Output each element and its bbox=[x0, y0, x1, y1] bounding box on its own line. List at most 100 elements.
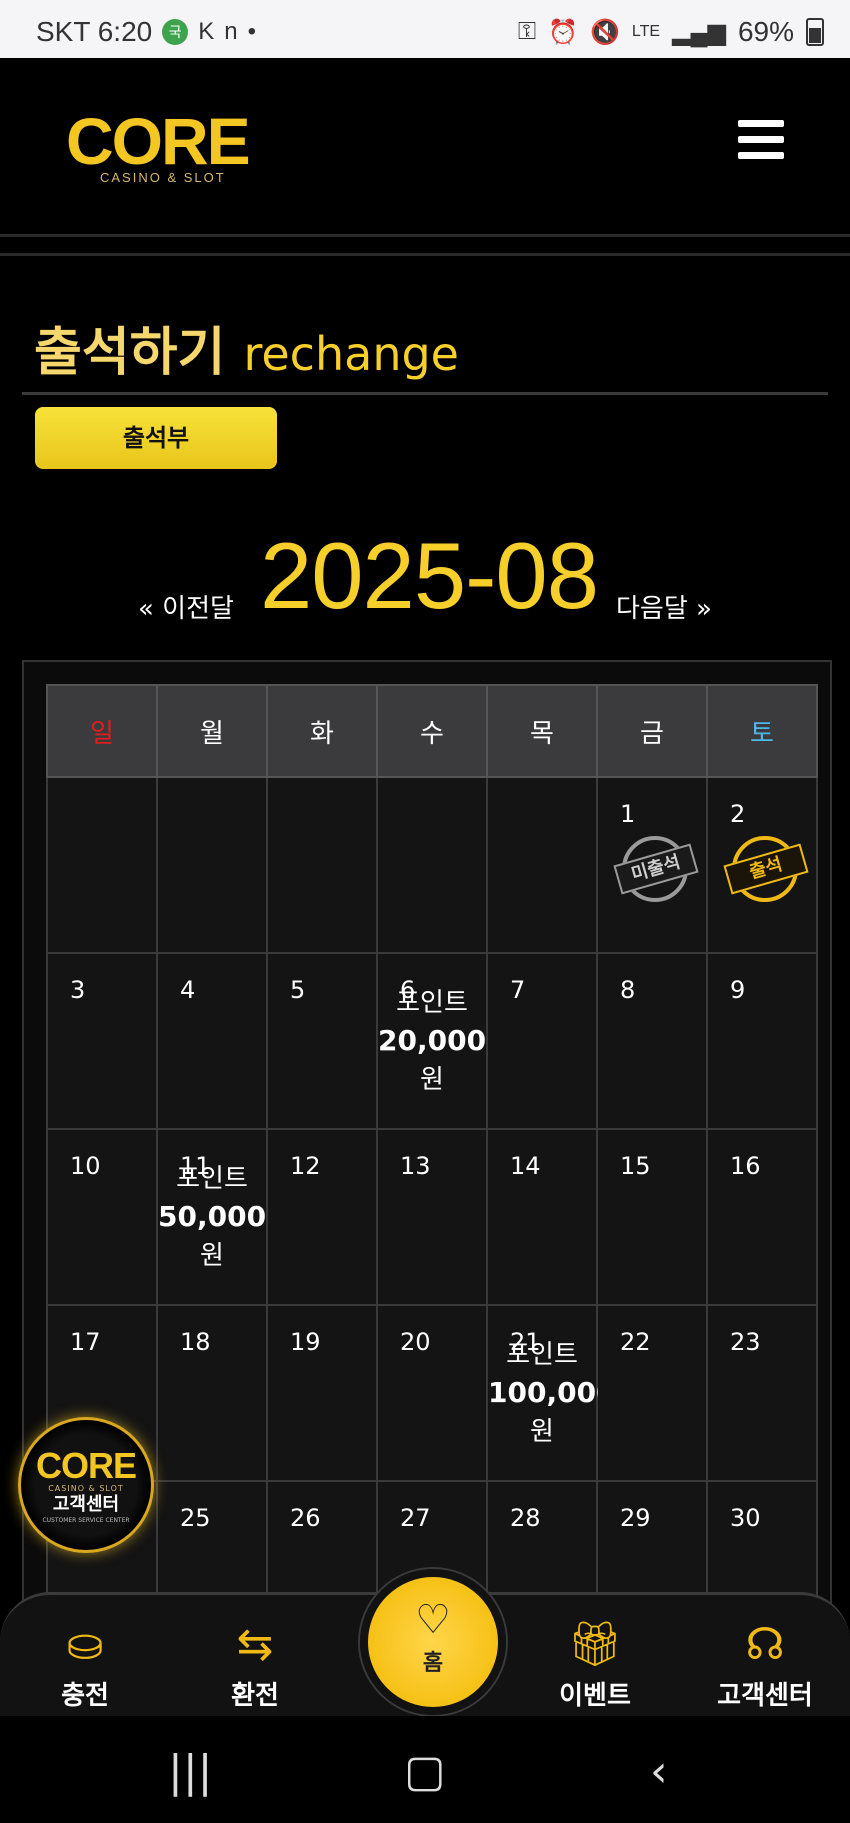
cs-caption: CUSTOMER SERVICE CENTER bbox=[42, 1517, 130, 1524]
status-bar: SKT 6:20 국 K n • ⚿ ⏰ 🔇 LTE ▂▄▆ 69% bbox=[0, 0, 850, 58]
day-cell[interactable]: 9 bbox=[706, 952, 818, 1130]
day-number: 9 bbox=[730, 976, 746, 1004]
day-cell[interactable]: 22 bbox=[596, 1304, 708, 1482]
day-number: 2 bbox=[730, 800, 746, 828]
weekday-sun: 일 bbox=[46, 684, 158, 778]
day-number: 30 bbox=[730, 1504, 761, 1532]
day-number: 5 bbox=[290, 976, 306, 1004]
day-cell[interactable]: 12 bbox=[266, 1128, 378, 1306]
nav-home-button[interactable]: ♡ 홈 bbox=[360, 1569, 506, 1715]
day-cell[interactable]: 18 bbox=[156, 1304, 268, 1482]
cs-logo-text: CORE bbox=[35, 1445, 137, 1486]
day-number: 15 bbox=[620, 1152, 651, 1180]
day-number: 28 bbox=[510, 1504, 541, 1532]
week-row: 10 11 포인트 50,000 원 12 13 14 15 16 bbox=[46, 1128, 818, 1306]
day-number: 12 bbox=[290, 1152, 321, 1180]
empty-day-cell bbox=[156, 776, 268, 954]
app-notification-icon: 국 bbox=[162, 19, 189, 45]
day-cell[interactable]: 10 bbox=[46, 1128, 158, 1306]
day-cell[interactable]: 7 bbox=[486, 952, 598, 1130]
title-divider bbox=[22, 392, 828, 395]
day-number: 3 bbox=[70, 976, 86, 1004]
day-cell[interactable]: 19 bbox=[266, 1304, 378, 1482]
reward-label: 포인트 bbox=[506, 1340, 578, 1370]
nav-event[interactable]: 🎁︎ 이벤트 bbox=[535, 1615, 655, 1712]
day-cell[interactable]: 5 bbox=[266, 952, 378, 1130]
day-cell[interactable]: 2 출석 bbox=[706, 776, 818, 954]
day-cell[interactable]: 23 bbox=[706, 1304, 818, 1482]
day-cell[interactable]: 6 포인트 20,000 원 bbox=[376, 952, 488, 1130]
weekday-wed: 수 bbox=[376, 684, 488, 778]
weekday-sat: 토 bbox=[706, 684, 818, 778]
notification-icon: K bbox=[198, 18, 215, 45]
weekday-mon: 월 bbox=[156, 684, 268, 778]
day-number: 27 bbox=[400, 1504, 431, 1532]
reward-text: 포인트 100,000 원 bbox=[488, 1336, 616, 1451]
missed-stamp-icon: 미출석 bbox=[613, 832, 699, 904]
back-icon[interactable]: ‹ bbox=[650, 1746, 668, 1797]
weekday-fri: 금 bbox=[596, 684, 708, 778]
day-number: 8 bbox=[620, 976, 636, 1004]
page-title: 출석하기 rechange bbox=[34, 310, 459, 385]
logo[interactable]: CORE CASINO & SLOT bbox=[66, 108, 276, 248]
floating-support-button[interactable]: CORE CASINO & SLOT 고객센터 CUSTOMER SERVICE… bbox=[18, 1417, 154, 1553]
menu-icon[interactable] bbox=[738, 120, 784, 160]
day-number: 25 bbox=[180, 1504, 211, 1532]
battery-icon bbox=[806, 18, 824, 46]
day-number: 29 bbox=[620, 1504, 651, 1532]
gift-icon: 🎁︎ bbox=[567, 1619, 623, 1670]
day-cell[interactable]: 20 bbox=[376, 1304, 488, 1482]
calendar-table: 일 월 화 수 목 금 토 1 미출석 2 출석 3 4 5 6 포인트 20,… bbox=[46, 684, 818, 1658]
signal-icon: ▂▄▆ bbox=[672, 18, 726, 46]
week-row: 1 미출석 2 출석 bbox=[46, 776, 818, 954]
alarm-icon: ⏰ bbox=[548, 18, 578, 46]
day-cell[interactable]: 16 bbox=[706, 1128, 818, 1306]
nav-charge[interactable]: ⛀ 충전 bbox=[25, 1615, 145, 1712]
reward-unit: 원 bbox=[530, 1417, 554, 1447]
reward-amount: 50,000 bbox=[158, 1200, 267, 1233]
day-cell[interactable]: 11 포인트 50,000 원 bbox=[156, 1128, 268, 1306]
logo-subtitle: CASINO & SLOT bbox=[100, 170, 226, 185]
day-cell[interactable]: 1 미출석 bbox=[596, 776, 708, 954]
empty-day-cell bbox=[266, 776, 378, 954]
day-cell[interactable]: 4 bbox=[156, 952, 268, 1130]
charge-icon: ⛀ bbox=[66, 1619, 104, 1670]
attended-stamp-icon: 출석 bbox=[723, 832, 809, 904]
attendance-book-button[interactable]: 출석부 bbox=[35, 407, 277, 469]
weekday-thu: 목 bbox=[486, 684, 598, 778]
prev-month-link[interactable]: « 이전달 bbox=[138, 588, 234, 625]
home-system-icon[interactable]: ▢ bbox=[404, 1746, 446, 1797]
mute-icon: 🔇 bbox=[589, 18, 620, 46]
day-number: 16 bbox=[730, 1152, 761, 1180]
day-cell[interactable]: 3 bbox=[46, 952, 158, 1130]
day-number: 7 bbox=[510, 976, 526, 1004]
reward-unit: 원 bbox=[420, 1065, 444, 1095]
carrier-time: SKT 6:20 bbox=[36, 16, 153, 47]
page-title-ko: 출석하기 bbox=[34, 323, 226, 383]
day-number: 20 bbox=[400, 1328, 431, 1356]
day-cell[interactable]: 14 bbox=[486, 1128, 598, 1306]
reward-amount: 20,000 bbox=[378, 1024, 487, 1057]
day-cell[interactable]: 13 bbox=[376, 1128, 488, 1306]
recent-apps-icon[interactable]: ||| bbox=[168, 1746, 212, 1797]
empty-day-cell bbox=[376, 776, 488, 954]
week-row: 3 4 5 6 포인트 20,000 원 7 8 9 bbox=[46, 952, 818, 1130]
day-number: 23 bbox=[730, 1328, 761, 1356]
nav-event-label: 이벤트 bbox=[559, 1681, 631, 1711]
next-month-link[interactable]: 다음달 » bbox=[616, 588, 712, 625]
day-cell[interactable]: 21 포인트 100,000 원 bbox=[486, 1304, 616, 1482]
nav-support-label: 고객센터 bbox=[717, 1681, 813, 1711]
reward-label: 포인트 bbox=[176, 1164, 248, 1194]
day-number: 26 bbox=[290, 1504, 321, 1532]
day-cell[interactable]: 15 bbox=[596, 1128, 708, 1306]
naver-icon: n bbox=[224, 18, 238, 45]
battery-percent: 69% bbox=[737, 16, 794, 47]
nav-support[interactable]: ☊ 고객센터 bbox=[705, 1615, 825, 1712]
nav-exchange[interactable]: ⇆ 환전 bbox=[195, 1615, 315, 1712]
nav-exchange-label: 환전 bbox=[231, 1681, 279, 1711]
network-label: LTE bbox=[631, 23, 661, 40]
day-cell[interactable]: 8 bbox=[596, 952, 708, 1130]
day-number: 13 bbox=[400, 1152, 431, 1180]
exchange-icon: ⇆ bbox=[236, 1619, 274, 1670]
header-divider bbox=[0, 234, 850, 256]
